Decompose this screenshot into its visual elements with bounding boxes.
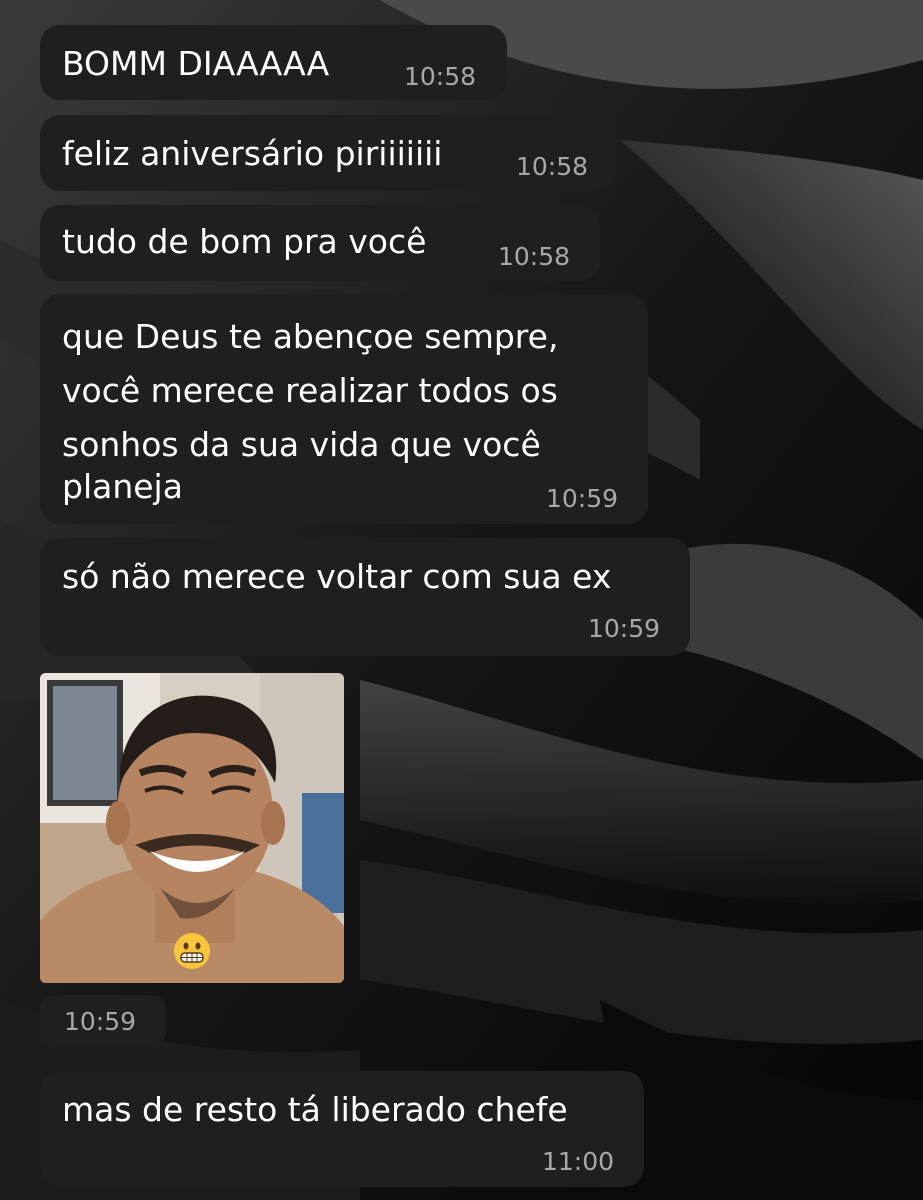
message-bubble[interactable]: só não merece voltar com sua ex 10:59 — [40, 538, 690, 656]
message-bubble[interactable]: tudo de bom pra você 10:58 — [40, 205, 600, 281]
message-text: mas de resto tá liberado chefe — [62, 1090, 568, 1129]
message-text-line: planeja — [62, 467, 183, 506]
message-text-line: que Deus te abençoe sempre, — [62, 317, 559, 356]
message-text: tudo de bom pra você — [62, 222, 427, 261]
message-timestamp: 10:58 — [404, 62, 477, 91]
message-timestamp: 11:00 — [542, 1147, 615, 1176]
message-text-line: você merece realizar todos os — [62, 371, 558, 410]
message-timestamp: 10:59 — [64, 1007, 137, 1036]
message-text: feliz aniversário piriiiiiii — [62, 134, 443, 173]
message-timestamp: 10:58 — [498, 242, 571, 271]
message-timestamp: 10:59 — [588, 614, 661, 643]
message-timestamp: 10:58 — [516, 152, 589, 181]
message-text: só não merece voltar com sua ex — [62, 557, 612, 596]
message-bubble[interactable]: BOMM DIAAAAA 10:58 — [40, 25, 507, 100]
photo-timestamp-bubble: 10:59 — [40, 995, 166, 1047]
grinning-face-icon — [174, 933, 210, 969]
message-bubble[interactable]: feliz aniversário piriiiiiii 10:58 — [40, 115, 616, 191]
message-timestamp: 10:59 — [546, 484, 619, 513]
message-text: BOMM DIAAAAA — [62, 44, 330, 83]
message-bubble[interactable]: que Deus te abençoe sempre, você merece … — [40, 294, 648, 524]
message-bubble[interactable]: mas de resto tá liberado chefe 11:00 — [40, 1071, 644, 1187]
